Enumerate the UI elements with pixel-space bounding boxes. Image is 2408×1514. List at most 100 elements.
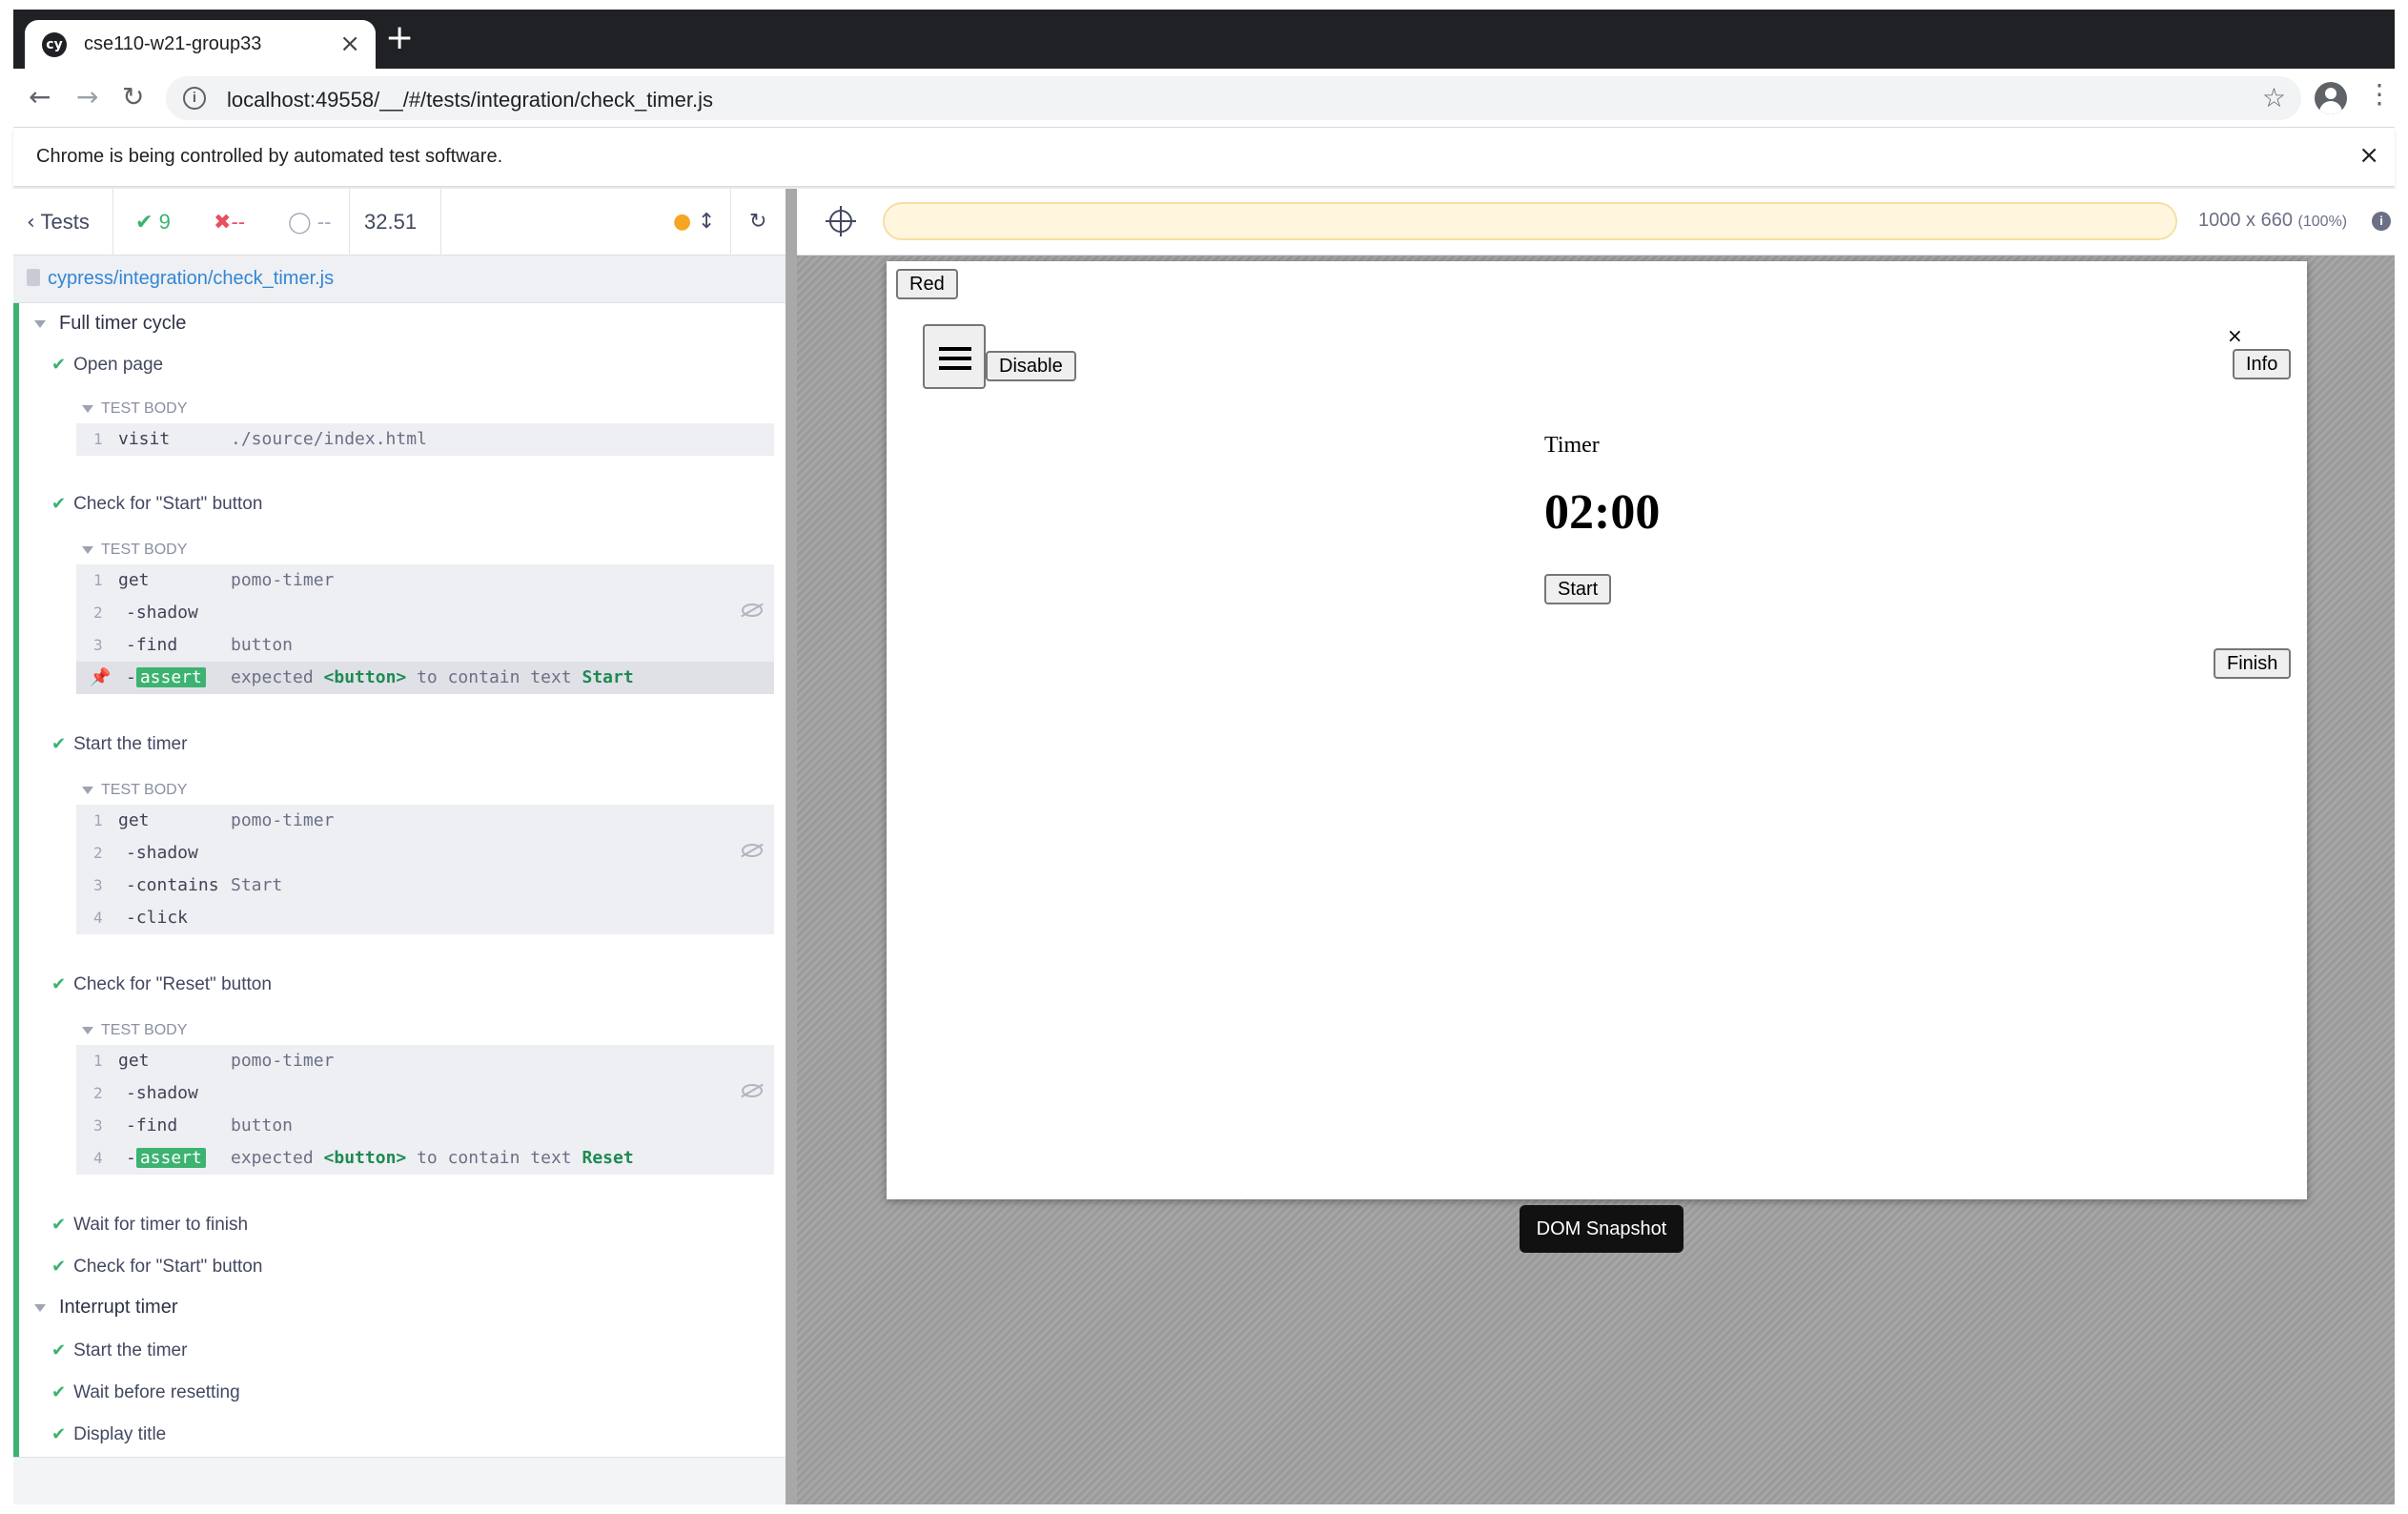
browser-tab[interactable]: cy cse110-w21-group33 × (25, 20, 376, 69)
test-title[interactable]: ✔ Open page (51, 355, 163, 376)
test-title[interactable]: ✔ Check for "Reset" button (51, 974, 272, 995)
command-name: get (118, 1051, 150, 1071)
check-icon: ✔ (51, 1382, 67, 1402)
test-body-label[interactable]: TEST BODY (82, 1022, 187, 1039)
command-number: 2 (93, 604, 103, 622)
caret-down-icon (82, 404, 93, 413)
test-title[interactable]: ✔ Start the timer (51, 734, 187, 755)
info-button[interactable]: Info (2233, 349, 2292, 379)
hamburger-menu-button[interactable] (923, 324, 986, 389)
reload-icon[interactable]: ↻ (122, 80, 144, 114)
test-body-label[interactable]: TEST BODY (82, 782, 187, 799)
bookmark-star-icon[interactable]: ☆ (2262, 82, 2286, 113)
assert-prefix: expected (231, 1148, 324, 1168)
tab-close-icon[interactable]: × (339, 30, 360, 58)
assert-badge: assert (135, 1148, 206, 1168)
command-row-pinned[interactable]: 📌 - assert expected <button> to contain tex… (76, 662, 774, 694)
test-title[interactable]: ✔ Start the timer (51, 1340, 187, 1361)
infobar-message: Chrome is being controlled by automated … (36, 146, 503, 167)
x-icon: ✖ (214, 211, 232, 235)
spec-path-link[interactable]: cypress/integration/check_timer.js (48, 268, 334, 290)
assert-prefix: expected (231, 667, 324, 687)
assert-middle: to contain text (406, 1148, 582, 1168)
suite-title[interactable]: Full timer cycle (34, 313, 186, 335)
test-body-label[interactable]: TEST BODY (82, 400, 187, 418)
check-icon: ✔ (51, 1340, 67, 1361)
check-icon: ✔ (51, 1215, 67, 1235)
toolbar: ← → ↻ i localhost:49558/__/#/tests/integ… (13, 69, 2395, 128)
back-arrow-icon[interactable]: ← (29, 80, 51, 114)
command-name: -click (126, 908, 189, 928)
test-body-label[interactable]: TEST BODY (82, 542, 187, 559)
spec-path: cypress/integration/check_timer.js (13, 256, 786, 303)
command-name: visit (118, 429, 171, 449)
tests-back-button[interactable]: ‹ Tests (27, 189, 90, 256)
assert-middle: to contain text (406, 667, 582, 687)
command-number: 1 (93, 430, 103, 448)
command-message: button (231, 1115, 294, 1136)
command-list: 1 get pomo-timer 2 -shadow 3 -find button 4-a… (76, 1045, 774, 1175)
test-title-text: Wait before resetting (73, 1382, 240, 1402)
rerun-icon[interactable]: ↻ (749, 189, 766, 256)
command-row[interactable]: 4- assert expected <button> to contain tex… (76, 1142, 774, 1175)
finish-button[interactable]: Finish (2214, 648, 2292, 679)
command-row[interactable]: 3 -find button (76, 1110, 774, 1142)
test-title-text: Check for "Start" button (73, 494, 263, 514)
viewport-info-icon[interactable]: i (2372, 212, 2391, 231)
reporter-resize-handle[interactable] (786, 189, 797, 1504)
command-name: get (118, 570, 150, 590)
new-tab-icon[interactable]: + (385, 19, 414, 57)
red-button[interactable]: Red (896, 269, 958, 299)
assert-tag: <button> (323, 667, 407, 687)
test-title-text: Check for "Reset" button (73, 974, 272, 994)
command-list: 1 get pomo-timer 2 -shadow 3 -contains Start … (76, 805, 774, 934)
command-number: 4 (93, 1149, 103, 1167)
auto-scroll-icon[interactable]: ↕ (698, 189, 715, 256)
eye-off-icon (742, 604, 763, 617)
command-message: pomo-timer (231, 810, 335, 830)
command-row[interactable]: 2 -shadow (76, 837, 774, 870)
start-button[interactable]: Start (1544, 574, 1612, 604)
address-bar[interactable]: i localhost:49558/__/#/tests/integration… (166, 76, 2301, 120)
command-number: 2 (93, 844, 103, 862)
command-row[interactable]: 2 -shadow (76, 1077, 774, 1110)
test-title[interactable]: ✔ Display title (51, 1424, 166, 1445)
caret-down-icon (82, 1026, 93, 1034)
command-row[interactable]: 3 -find button (76, 629, 774, 662)
check-icon: ✔ (51, 1424, 67, 1444)
kebab-menu-icon[interactable]: ⋮ (2366, 78, 2393, 110)
command-row[interactable]: 4 -click (76, 902, 774, 934)
command-row[interactable]: 3 -contains Start (76, 870, 774, 902)
test-title-text: Open page (73, 355, 164, 375)
eye-off-icon (742, 1084, 763, 1097)
test-body-text: TEST BODY (101, 1022, 188, 1038)
command-row[interactable]: 1 get pomo-timer (76, 564, 774, 597)
test-title[interactable]: ✔ Check for "Start" button (51, 1257, 262, 1278)
browser-window: cy cse110-w21-group33 × + ← → ↻ i localh… (13, 10, 2395, 1504)
site-info-icon[interactable]: i (183, 87, 206, 110)
failed-value: -- (231, 210, 246, 234)
command-row[interactable]: 1 visit ./source/index.html (76, 423, 774, 456)
suite-title[interactable]: Interrupt timer (34, 1297, 177, 1319)
tab-title: cse110-w21-group33 (84, 33, 262, 54)
forward-arrow-icon[interactable]: → (76, 80, 98, 114)
automation-infobar: Chrome is being controlled by automated … (13, 128, 2395, 187)
info-close-icon[interactable]: × (2227, 324, 2243, 347)
assert-expected: Reset (582, 1148, 634, 1168)
command-row[interactable]: 1 get pomo-timer (76, 1045, 774, 1077)
profile-icon[interactable] (2315, 82, 2347, 114)
disable-button[interactable]: Disable (986, 351, 1076, 381)
test-title[interactable]: ✔ Wait before resetting (51, 1382, 240, 1403)
command-row[interactable]: 2 -shadow (76, 597, 774, 629)
test-title-text: Wait for timer to finish (73, 1215, 249, 1235)
test-title[interactable]: ✔ Check for "Start" button (51, 494, 262, 515)
command-row[interactable]: 1 get pomo-timer (76, 805, 774, 837)
check-icon: ✔ (51, 355, 67, 375)
command-name: get (118, 810, 150, 830)
infobar-close-icon[interactable]: × (2358, 141, 2379, 170)
assert-message: expected <button> to contain text Start (231, 662, 634, 694)
test-title[interactable]: ✔ Wait for timer to finish (51, 1215, 248, 1236)
timer-label: Timer (1544, 433, 1600, 458)
caret-down-icon (34, 1303, 46, 1312)
selector-playground-crosshair-icon[interactable] (826, 206, 856, 236)
